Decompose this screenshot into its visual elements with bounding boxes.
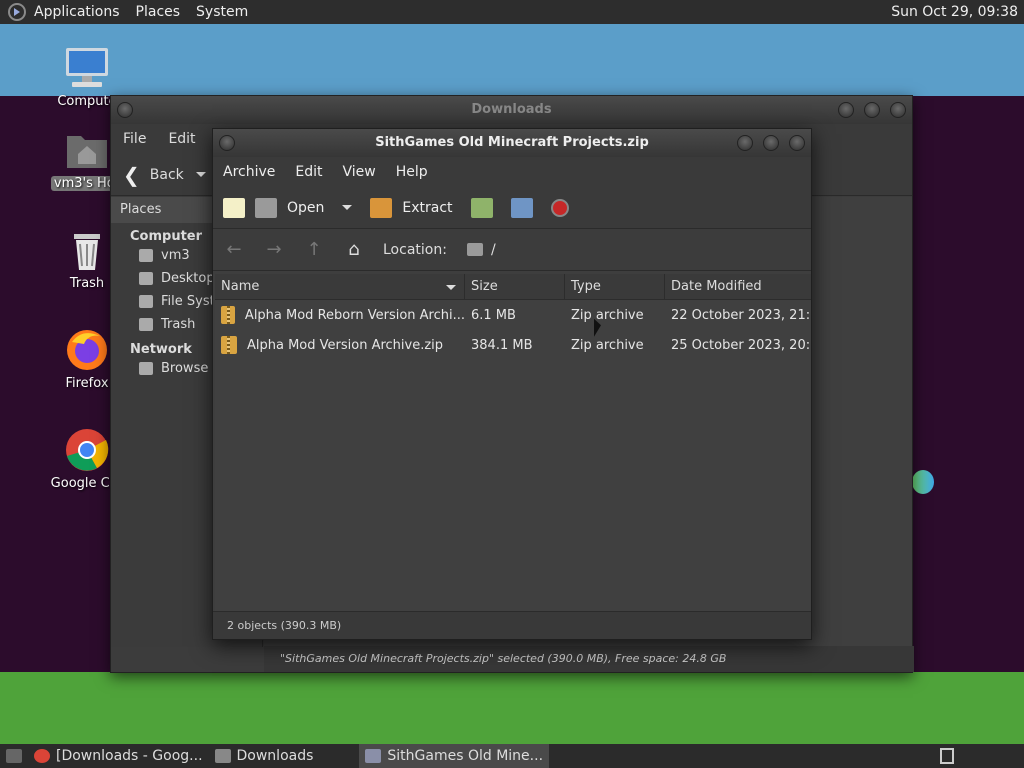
show-desktop-button[interactable] bbox=[0, 744, 28, 768]
open-button[interactable]: Open bbox=[255, 197, 324, 218]
sort-descending-icon bbox=[446, 285, 456, 290]
column-size[interactable]: Size bbox=[465, 274, 565, 299]
minimize-button[interactable] bbox=[737, 135, 753, 151]
home-folder-icon bbox=[64, 128, 110, 172]
trash-icon bbox=[64, 228, 110, 272]
column-date-modified[interactable]: Date Modified bbox=[665, 274, 811, 299]
menu-file[interactable]: File bbox=[123, 131, 146, 147]
archive-icon bbox=[365, 749, 382, 763]
firefox-icon bbox=[64, 328, 110, 372]
back-button[interactable]: Back bbox=[150, 167, 184, 183]
menu-help[interactable]: Help bbox=[396, 164, 428, 180]
maximize-button[interactable] bbox=[864, 102, 880, 118]
computer-icon bbox=[64, 46, 110, 90]
taskbar-item-chrome[interactable]: [Downloads - Goog... bbox=[28, 744, 209, 768]
chrome-icon bbox=[34, 749, 50, 763]
trash-icon bbox=[139, 318, 153, 331]
column-type[interactable]: Type bbox=[565, 274, 665, 299]
wallpaper-orb bbox=[912, 470, 934, 494]
archive-titlebar[interactable]: SithGames Old Minecraft Projects.zip bbox=[213, 129, 811, 157]
file-list-header: Name Size Type Date Modified bbox=[215, 274, 811, 300]
menu-edit[interactable]: Edit bbox=[295, 164, 322, 180]
show-desktop-icon bbox=[6, 749, 22, 763]
window-menu-button[interactable] bbox=[219, 135, 235, 151]
chrome-icon bbox=[64, 428, 110, 472]
wallpaper-grass bbox=[0, 672, 1024, 744]
table-row[interactable]: Alpha Mod Version Archive.zip 384.1 MB Z… bbox=[215, 330, 811, 360]
zip-file-icon bbox=[221, 336, 237, 354]
desktop-icon bbox=[139, 272, 153, 285]
taskbar-item-downloads[interactable]: Downloads bbox=[209, 744, 320, 768]
new-archive-icon[interactable] bbox=[223, 197, 245, 218]
zip-file-icon bbox=[221, 306, 235, 324]
workspace-switcher-icon[interactable] bbox=[940, 748, 954, 764]
stop-icon[interactable] bbox=[550, 198, 569, 217]
archive-window: SithGames Old Minecraft Projects.zip Arc… bbox=[212, 128, 812, 640]
minimize-button[interactable] bbox=[838, 102, 854, 118]
location-path[interactable]: / bbox=[491, 242, 496, 258]
downloads-titlebar[interactable]: Downloads bbox=[111, 96, 912, 124]
drive-icon bbox=[139, 295, 153, 308]
folder-icon bbox=[214, 749, 231, 763]
table-row[interactable]: Alpha Mod Reborn Version Archi... 6.1 MB… bbox=[215, 300, 811, 330]
open-dropdown-icon[interactable] bbox=[342, 205, 353, 210]
menu-system[interactable]: System bbox=[196, 4, 248, 20]
window-menu-button[interactable] bbox=[117, 102, 133, 118]
menu-view[interactable]: View bbox=[343, 164, 376, 180]
forward-icon[interactable]: → bbox=[263, 239, 285, 261]
mouse-cursor-icon bbox=[594, 318, 601, 340]
clock[interactable]: Sun Oct 29, 09:38 bbox=[891, 4, 1018, 20]
up-icon[interactable]: ↑ bbox=[303, 239, 325, 261]
distro-logo-icon[interactable] bbox=[8, 3, 26, 21]
location-bar: ← → ↑ ⌂ Location: / bbox=[213, 229, 811, 271]
archive-statusbar: 2 objects (390.3 MB) bbox=[213, 611, 811, 639]
maximize-button[interactable] bbox=[763, 135, 779, 151]
back-dropdown-icon[interactable] bbox=[195, 172, 206, 177]
menu-archive[interactable]: Archive bbox=[223, 164, 275, 180]
back-arrow-icon[interactable]: ❮ bbox=[123, 163, 140, 187]
menu-edit[interactable]: Edit bbox=[168, 131, 195, 147]
bottom-taskbar: [Downloads - Goog... Downloads SithGames… bbox=[0, 744, 1024, 768]
location-label: Location: bbox=[383, 241, 447, 258]
add-files-icon[interactable] bbox=[470, 197, 493, 218]
window-title: Downloads bbox=[471, 102, 552, 117]
extract-icon bbox=[370, 197, 393, 218]
downloads-statusbar: "SithGames Old Minecraft Projects.zip" s… bbox=[264, 646, 914, 672]
column-name[interactable]: Name bbox=[215, 274, 465, 299]
taskbar-item-archive[interactable]: SithGames Old Mine... bbox=[359, 744, 550, 768]
close-button[interactable] bbox=[890, 102, 906, 118]
open-icon bbox=[255, 197, 277, 218]
menu-applications[interactable]: Applications bbox=[34, 4, 120, 20]
network-icon bbox=[139, 362, 153, 375]
menu-places[interactable]: Places bbox=[136, 4, 181, 20]
top-panel: Applications Places System Sun Oct 29, 0… bbox=[0, 0, 1024, 24]
close-button[interactable] bbox=[789, 135, 805, 151]
wallpaper-sky bbox=[0, 24, 1024, 96]
window-title: SithGames Old Minecraft Projects.zip bbox=[375, 135, 649, 150]
home-icon[interactable]: ⌂ bbox=[343, 239, 365, 261]
archive-toolbar: Open Extract bbox=[213, 187, 811, 229]
folder-icon bbox=[466, 243, 483, 256]
extract-button[interactable]: Extract bbox=[370, 197, 453, 218]
back-icon[interactable]: ← bbox=[223, 239, 245, 261]
home-icon bbox=[139, 249, 153, 262]
file-list[interactable]: Name Size Type Date Modified Alpha Mod R… bbox=[215, 274, 811, 612]
add-folder-icon[interactable] bbox=[510, 197, 533, 218]
archive-menubar: Archive Edit View Help bbox=[213, 157, 811, 187]
